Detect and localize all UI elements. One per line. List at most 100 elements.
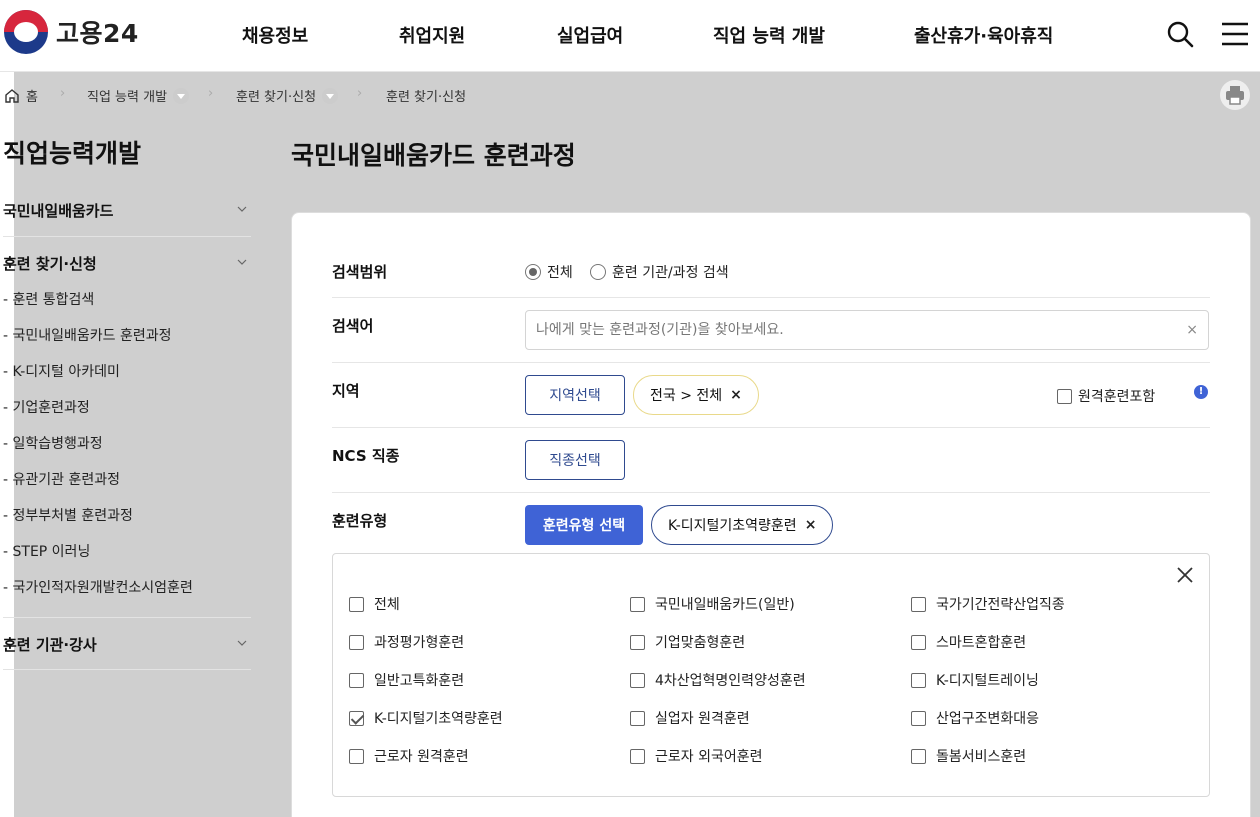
checkbox[interactable]	[349, 634, 364, 650]
training-type-option[interactable]: K-디지털기초역량훈련	[349, 708, 503, 728]
checkbox[interactable]	[911, 634, 926, 650]
checkbox[interactable]	[911, 710, 926, 726]
row-divider	[332, 297, 1210, 298]
checkbox[interactable]	[1057, 388, 1072, 404]
training-type-option[interactable]: 일반고특화훈련	[349, 670, 464, 690]
divider	[3, 236, 251, 237]
hamburger-menu-icon[interactable]	[1220, 20, 1250, 48]
checkbox-checked[interactable]	[349, 710, 364, 726]
home-icon	[5, 88, 19, 103]
keyword-label: 검색어	[332, 317, 374, 335]
sidebar-item-step-elearning[interactable]: - STEP 이러닝	[3, 541, 90, 561]
breadcrumb-home[interactable]: 홈	[4, 86, 38, 105]
nav-item-parental-leave[interactable]: 출산휴가·육아휴직	[914, 22, 1053, 48]
scope-label: 검색범위	[332, 263, 388, 281]
sidebar-group-card[interactable]: 국민내일배움카드	[3, 200, 251, 221]
sidebar-item-ministry-courses[interactable]: - 정부부처별 훈련과정	[3, 505, 133, 525]
training-type-select-button[interactable]: 훈련유형 선택	[525, 505, 643, 545]
breadcrumb-skill-development[interactable]: 직업 능력 개발	[87, 86, 190, 105]
chevron-down-icon	[237, 259, 247, 265]
training-type-option[interactable]: 돌봄서비스훈련	[911, 746, 1026, 766]
checkbox[interactable]	[911, 748, 926, 764]
keyword-input[interactable]	[526, 311, 1166, 349]
training-type-option[interactable]: K-디지털트레이닝	[911, 670, 1039, 690]
dropdown-icon[interactable]	[322, 87, 339, 104]
sidebar-group-label: 훈련 찾기·신청	[3, 255, 97, 273]
training-type-option[interactable]: 4차산업혁명인력양성훈련	[630, 670, 806, 690]
checkbox[interactable]	[911, 672, 926, 688]
sidebar-item-consortium[interactable]: - 국가인적자원개발컨소시엄훈련	[3, 577, 193, 597]
nav-item-skill-development[interactable]: 직업 능력 개발	[713, 22, 825, 48]
option-label: 일반고특화훈련	[374, 673, 465, 689]
region-label: 지역	[332, 382, 360, 400]
region-select-button[interactable]: 지역선택	[525, 375, 625, 415]
sidebar-group-training-search[interactable]: 훈련 찾기·신청	[3, 253, 251, 274]
breadcrumb-label: 직업 능력 개발	[87, 90, 168, 105]
checkbox[interactable]	[630, 748, 645, 764]
checkbox[interactable]	[911, 596, 926, 612]
radio-label: 전체	[547, 265, 573, 281]
training-type-chip: K-디지털기초역량훈련 ×	[651, 505, 834, 545]
sidebar-item-related-agency[interactable]: - 유관기관 훈련과정	[3, 469, 120, 489]
remove-chip-icon[interactable]: ×	[805, 517, 817, 533]
radio-unselected[interactable]	[590, 264, 606, 280]
training-type-option[interactable]: 국가기간전략산업직종	[911, 594, 1065, 614]
sidebar-group-label: 훈련 기관·강사	[3, 636, 97, 654]
option-label: 실업자 원격훈련	[655, 711, 750, 727]
option-label: 근로자 외국어훈련	[655, 749, 763, 765]
scope-radio-all[interactable]: 전체	[525, 262, 573, 282]
checkbox[interactable]	[630, 634, 645, 650]
sidebar-item-company-training[interactable]: - 기업훈련과정	[3, 397, 90, 417]
radio-selected[interactable]	[525, 264, 541, 280]
ncs-select-button[interactable]: 직종선택	[525, 440, 625, 480]
search-icon[interactable]	[1166, 20, 1194, 48]
breadcrumb-training-search[interactable]: 훈련 찾기·신청	[236, 86, 339, 105]
remote-training-checkbox[interactable]: 원격훈련포함	[1057, 386, 1155, 406]
print-button[interactable]	[1220, 80, 1250, 110]
sidebar-item-work-study[interactable]: - 일학습병행과정	[3, 433, 103, 453]
close-icon[interactable]	[1176, 566, 1194, 584]
checkbox[interactable]	[630, 672, 645, 688]
option-label: K-디지털트레이닝	[936, 673, 1039, 689]
chevron-down-icon	[237, 640, 247, 646]
checkbox-label: 원격훈련포함	[1078, 389, 1156, 405]
checkbox[interactable]	[349, 596, 364, 612]
chevron-right-icon: ›	[208, 86, 214, 101]
chevron-right-icon: ›	[60, 86, 66, 101]
scope-radio-institution[interactable]: 훈련 기관/과정 검색	[590, 262, 729, 282]
nav-item-employment-support[interactable]: 취업지원	[399, 22, 465, 48]
checkbox[interactable]	[630, 596, 645, 612]
chevron-down-icon	[237, 206, 247, 212]
dropdown-icon[interactable]	[173, 87, 190, 104]
training-type-option[interactable]: 전체	[349, 594, 400, 614]
training-type-option[interactable]: 근로자 원격훈련	[349, 746, 469, 766]
training-type-option[interactable]: 기업맞춤형훈련	[630, 632, 745, 652]
training-type-option[interactable]: 근로자 외국어훈련	[630, 746, 763, 766]
checkbox[interactable]	[349, 748, 364, 764]
info-icon[interactable]: !	[1194, 385, 1208, 399]
sidebar-item-integrated-search[interactable]: - 훈련 통합검색	[3, 289, 94, 309]
breadcrumb-current: 훈련 찾기·신청	[386, 86, 466, 105]
training-type-option[interactable]: 산업구조변화대응	[911, 708, 1039, 728]
breadcrumb-label: 훈련 찾기·신청	[236, 90, 317, 105]
sidebar-item-card-courses[interactable]: - 국민내일배움카드 훈련과정	[3, 325, 172, 345]
checkbox[interactable]	[349, 672, 364, 688]
nav-item-unemployment-benefit[interactable]: 실업급여	[557, 22, 623, 48]
divider	[3, 669, 251, 670]
checkbox[interactable]	[630, 710, 645, 726]
nav-item-jobs[interactable]: 채용정보	[242, 22, 308, 48]
option-label: 4차산업혁명인력양성훈련	[655, 673, 806, 689]
main-nav: 채용정보 취업지원 실업급여 직업 능력 개발 출산휴가·육아휴직	[0, 22, 1260, 48]
training-type-option[interactable]: 국민내일배움카드(일반)	[630, 594, 795, 614]
option-label: 스마트혼합훈련	[936, 635, 1027, 651]
breadcrumb-home-label: 홈	[26, 90, 38, 105]
clear-icon[interactable]: ×	[1186, 322, 1198, 338]
training-type-option[interactable]: 과정평가형훈련	[349, 632, 464, 652]
training-type-option[interactable]: 실업자 원격훈련	[630, 708, 750, 728]
training-type-option[interactable]: 스마트혼합훈련	[911, 632, 1026, 652]
page-title: 국민내일배움카드 훈련과정	[291, 141, 576, 170]
option-label: 국가기간전략산업직종	[936, 597, 1065, 613]
remove-chip-icon[interactable]: ×	[730, 387, 742, 403]
sidebar-group-institutions[interactable]: 훈련 기관·강사	[3, 634, 251, 655]
sidebar-item-k-digital-academy[interactable]: - K-디지털 아카데미	[3, 361, 120, 381]
